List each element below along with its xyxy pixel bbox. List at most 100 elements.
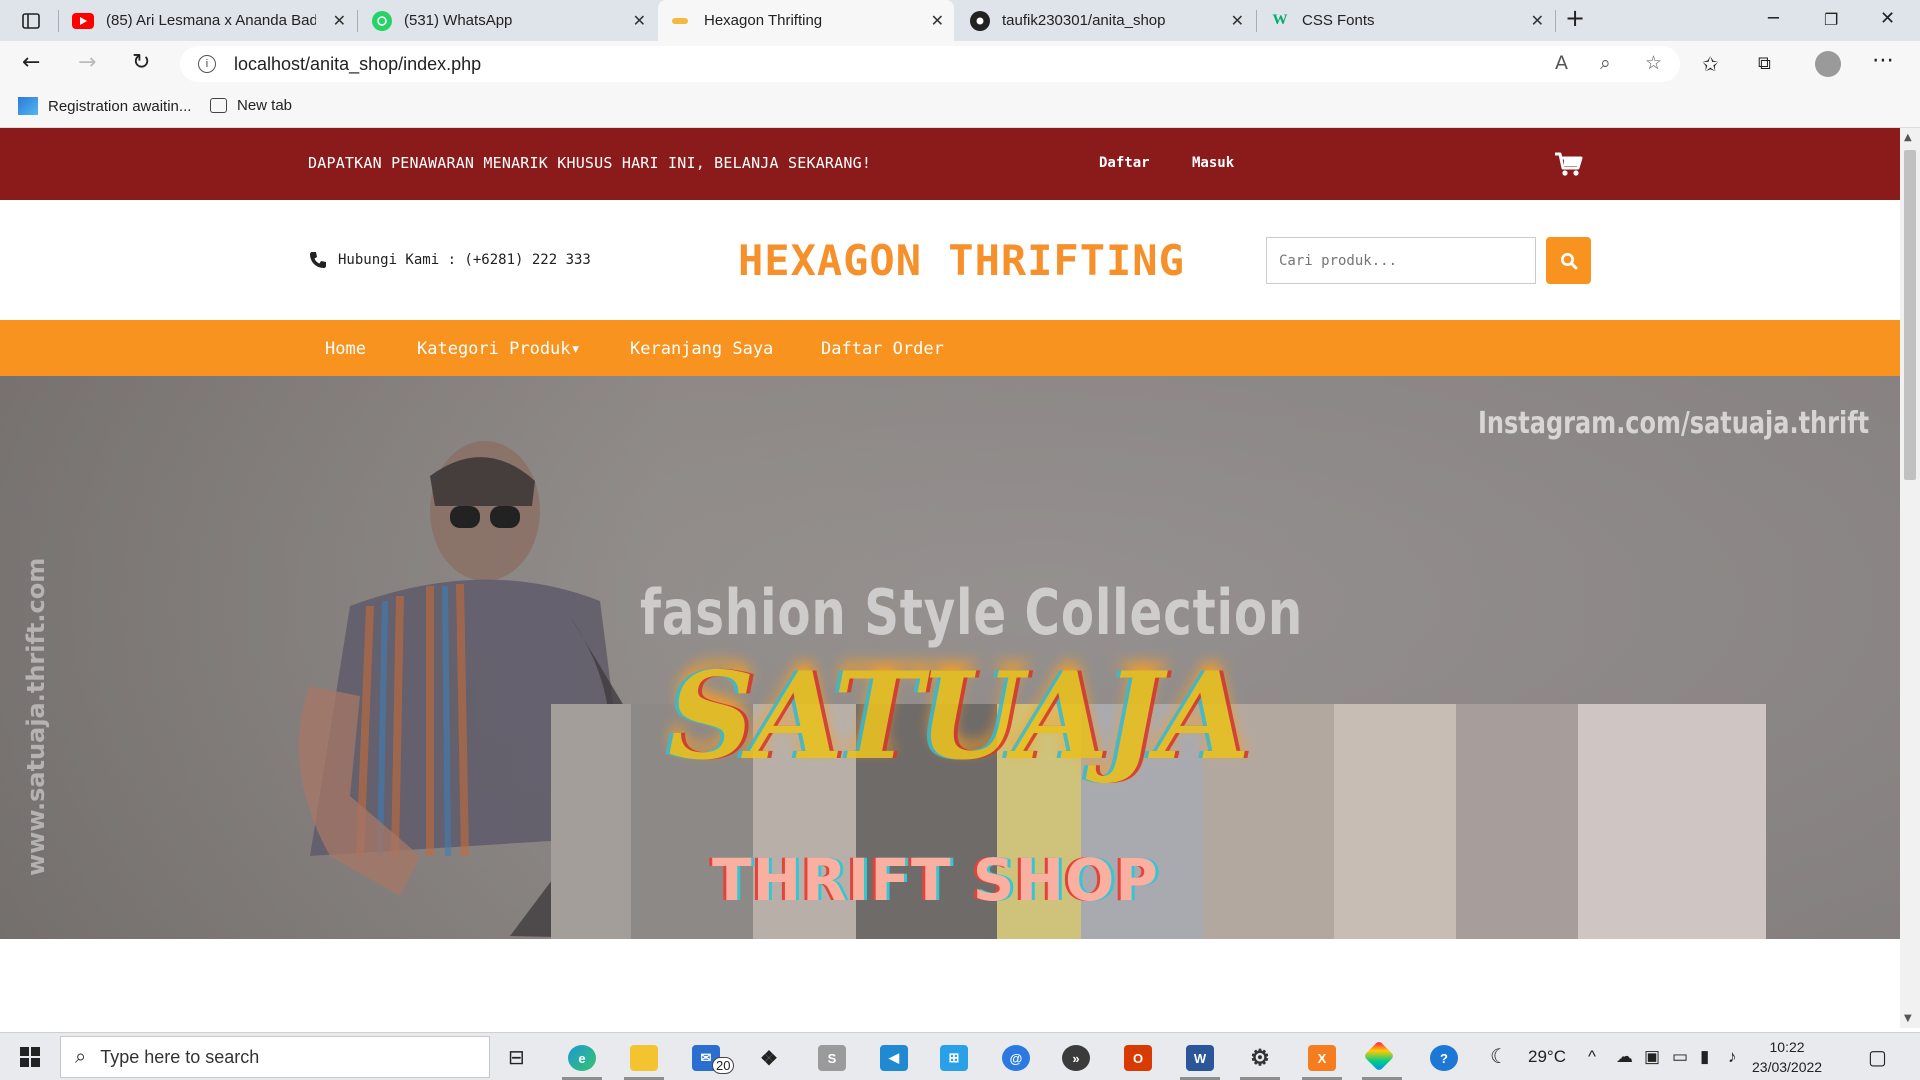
close-window-button[interactable]: ✕: [1880, 8, 1895, 29]
scroll-down-arrow[interactable]: ▼: [1904, 1013, 1912, 1024]
show-hidden-icons-icon[interactable]: ^: [1588, 1047, 1596, 1067]
close-icon[interactable]: ✕: [633, 11, 646, 31]
windows-start-icon[interactable]: [20, 1047, 40, 1067]
youtube-icon: [72, 12, 94, 29]
notifications-icon[interactable]: ▢: [1868, 1045, 1887, 1070]
main-nav: Home Kategori Produk▾ Keranjang Saya Daf…: [0, 320, 1900, 376]
microsoft-store-icon[interactable]: ⊞: [940, 1045, 968, 1071]
task-view-icon[interactable]: ⊟: [508, 1045, 525, 1070]
nav-product-categories[interactable]: Kategori Produk▾: [417, 339, 581, 359]
web-page: DAPATKAN PENAWARAN MENARIK KHUSUS HARI I…: [0, 128, 1900, 1028]
site-icon: [672, 17, 688, 24]
xampp-icon[interactable]: X: [1308, 1045, 1336, 1071]
bookmarks-bar: Registration awaitin... New tab: [0, 86, 1920, 128]
office-icon[interactable]: O: [1124, 1045, 1152, 1071]
forward-button[interactable]: →: [78, 50, 96, 75]
sublime-icon[interactable]: S: [818, 1045, 846, 1071]
favorites-icon[interactable]: ✩: [1702, 52, 1719, 76]
system-clock[interactable]: 10:22 23/03/2022: [1752, 1037, 1822, 1077]
tab-label: (531) WhatsApp: [404, 12, 513, 29]
bookmark-label: Registration awaitin...: [48, 97, 192, 115]
restore-button[interactable]: ❐: [1824, 10, 1838, 29]
weather-icon[interactable]: ☾: [1490, 1044, 1508, 1069]
tab-hexagon-thrifting[interactable]: Hexagon Thrifting ✕: [658, 0, 954, 41]
tray-app-icon[interactable]: ▣: [1644, 1047, 1660, 1067]
close-icon[interactable]: ✕: [1231, 11, 1244, 31]
back-button[interactable]: ←: [22, 50, 40, 75]
nav-order-list[interactable]: Daftar Order: [821, 339, 944, 359]
tab-actions-icon: [22, 12, 40, 29]
bookmark-new-tab[interactable]: New tab: [210, 97, 292, 114]
scroll-up-arrow[interactable]: ▲: [1904, 132, 1912, 143]
contact-info: Hubungi Kami : (+6281) 222 333: [308, 250, 591, 270]
dev-app-icon[interactable]: »: [1062, 1045, 1090, 1071]
page-scrollbar[interactable]: ▲ ▼: [1900, 128, 1920, 1028]
display-icon[interactable]: ▭: [1672, 1047, 1688, 1067]
phone-icon: [310, 252, 326, 268]
hero-caption: fashion Style Collection: [640, 576, 1304, 649]
refresh-button[interactable]: ↻: [132, 50, 150, 75]
minimize-button[interactable]: ─: [1768, 8, 1779, 29]
new-tab-button[interactable]: +: [1565, 4, 1585, 32]
network-icon[interactable]: ☁: [1616, 1047, 1633, 1067]
contact-text: Hubungi Kami : (+6281) 222 333: [338, 252, 591, 268]
hero-side-text: www.satuaja.thrift.com: [22, 557, 50, 876]
more-options-icon[interactable]: ⋯: [1872, 48, 1894, 73]
read-aloud-icon[interactable]: A: [1555, 52, 1568, 74]
app-icon[interactable]: @: [1002, 1045, 1030, 1071]
bookmark-label: New tab: [237, 97, 293, 114]
tab-label: taufik230301/anita_shop: [1002, 12, 1166, 29]
figma-icon[interactable]: [1363, 1040, 1395, 1072]
tab-label: Hexagon Thrifting: [704, 12, 823, 29]
tab-css-fonts[interactable]: W CSS Fonts ✕: [1258, 0, 1554, 41]
collections-icon[interactable]: ⧉: [1758, 53, 1771, 74]
word-icon[interactable]: W: [1186, 1045, 1214, 1071]
tab-actions-button[interactable]: [14, 0, 54, 41]
tab-label: (85) Ari Lesmana x Ananda Badudu: [106, 12, 316, 29]
scrollbar-thumb[interactable]: [1904, 150, 1916, 480]
taskbar-search-placeholder: Type here to search: [100, 1046, 260, 1067]
clock-date: 23/03/2022: [1752, 1059, 1823, 1075]
file-explorer-icon[interactable]: [630, 1045, 658, 1071]
help-icon[interactable]: ?: [1430, 1045, 1458, 1071]
mail-badge: 20: [712, 1057, 735, 1074]
w3schools-icon: W: [1272, 12, 1288, 28]
promo-text: DAPATKAN PENAWARAN MENARIK KHUSUS HARI I…: [308, 154, 872, 172]
dropbox-icon[interactable]: ❖: [755, 1045, 783, 1071]
tab-whatsapp[interactable]: (531) WhatsApp ✕: [360, 0, 656, 41]
close-icon[interactable]: ✕: [1531, 11, 1544, 31]
bookmark-registration[interactable]: Registration awaitin...: [18, 97, 191, 115]
close-icon[interactable]: ✕: [333, 11, 346, 31]
zoom-icon[interactable]: ⌕: [1600, 52, 1611, 74]
close-icon[interactable]: ✕: [931, 11, 944, 31]
bookmark-icon: [18, 97, 38, 115]
new-tab-page-icon: [210, 98, 227, 113]
whatsapp-icon: [372, 10, 392, 31]
weather-temp[interactable]: 29°C: [1528, 1047, 1566, 1067]
settings-icon[interactable]: ⚙: [1246, 1045, 1274, 1071]
nav-home[interactable]: Home: [325, 339, 366, 359]
hero-banner: Instagram.com/satuaja.thrift fashion Sty…: [0, 376, 1900, 939]
volume-icon[interactable]: ♪: [1728, 1047, 1737, 1067]
url-field[interactable]: i localhost/anita_shop/index.php: [180, 46, 1680, 82]
search-icon: ⌕: [75, 1045, 87, 1068]
site-info-icon[interactable]: i: [198, 55, 216, 73]
tab-github[interactable]: taufik230301/anita_shop ✕: [958, 0, 1254, 41]
cart-icon[interactable]: [1553, 150, 1583, 178]
nav-my-cart[interactable]: Keranjang Saya: [630, 339, 773, 359]
vscode-icon[interactable]: ◀: [880, 1045, 908, 1071]
taskbar-search[interactable]: ⌕ Type here to search: [60, 1036, 490, 1078]
search-icon: [1560, 252, 1577, 269]
favorite-add-icon[interactable]: ☆: [1645, 52, 1662, 74]
tab-youtube[interactable]: (85) Ari Lesmana x Ananda Badudu ✕: [60, 0, 356, 41]
search-button[interactable]: [1546, 237, 1591, 284]
windows-taskbar: ⌕ Type here to search ⊟ e ✉ 20 ❖ S ◀ ⊞ @…: [0, 1032, 1920, 1080]
site-brand[interactable]: HEXAGON THRIFTING: [738, 236, 1185, 285]
profile-avatar[interactable]: [1815, 51, 1841, 77]
register-link[interactable]: Daftar: [1099, 155, 1150, 171]
login-link[interactable]: Masuk: [1192, 155, 1234, 171]
battery-icon[interactable]: ▮: [1700, 1047, 1709, 1067]
product-search-input[interactable]: [1266, 237, 1536, 284]
edge-icon[interactable]: e: [568, 1045, 596, 1071]
promo-bar: DAPATKAN PENAWARAN MENARIK KHUSUS HARI I…: [0, 128, 1900, 200]
